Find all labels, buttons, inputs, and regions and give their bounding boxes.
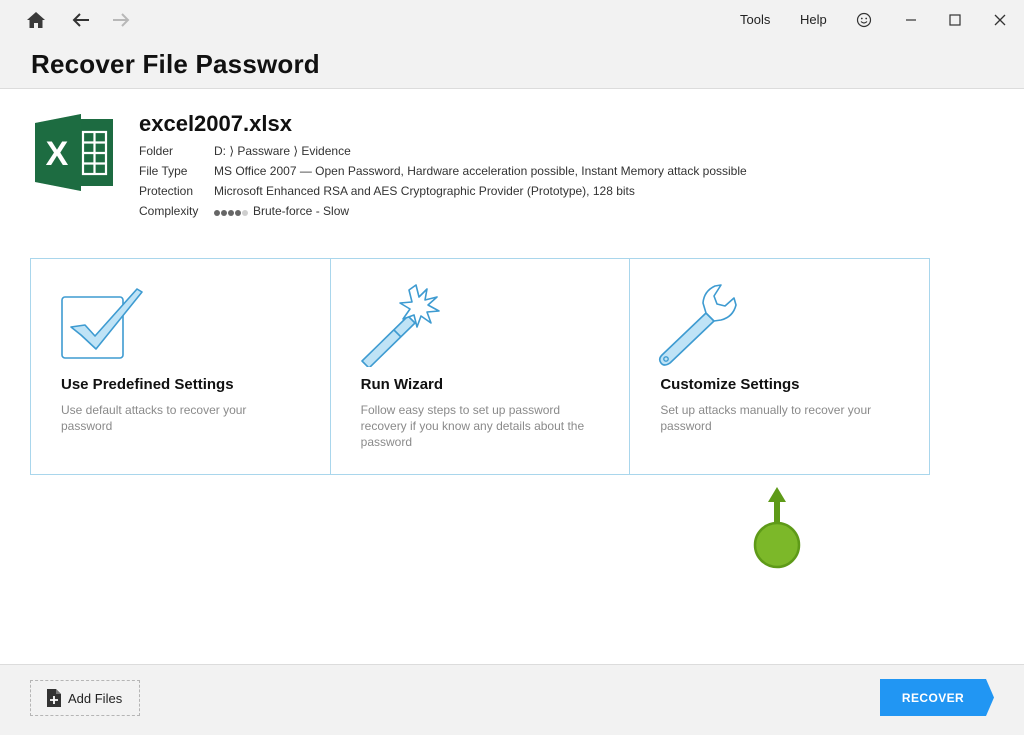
page-title: Recover File Password [31, 49, 320, 79]
footer-bar: Add Files RECOVER [0, 664, 1024, 735]
recover-label: RECOVER [901, 690, 965, 705]
minimize-button[interactable] [896, 5, 926, 35]
complexity-dot [242, 209, 248, 216]
complexity-label: Complexity [139, 204, 199, 218]
customize-settings-card[interactable]: Customize Settings Set up attacks manual… [629, 259, 929, 474]
close-button[interactable] [985, 5, 1015, 35]
card-description: Set up attacks manually to recover your … [660, 403, 872, 433]
complexity-dot [235, 209, 241, 216]
tools-menu[interactable]: Tools [740, 12, 770, 27]
add-files-button[interactable]: Add Files [30, 680, 140, 716]
page-header: Recover File Password [0, 40, 1024, 89]
protection-label: Protection [139, 184, 194, 198]
complexity-dot [221, 209, 227, 216]
pointer-arrow-icon [753, 487, 801, 569]
home-button[interactable] [21, 5, 51, 35]
feedback-button[interactable] [849, 5, 879, 35]
magic-wand-icon [360, 284, 440, 367]
run-wizard-card[interactable]: Run Wizard Follow easy steps to set up p… [329, 259, 630, 474]
excel-file-icon: X [35, 114, 113, 191]
minimize-icon [906, 19, 916, 21]
forward-arrow-icon [113, 13, 130, 27]
help-menu[interactable]: Help [800, 12, 827, 27]
maximize-button[interactable] [940, 5, 970, 35]
complexity-rating [214, 205, 249, 219]
add-file-icon [47, 689, 61, 707]
file-type-label: File Type [139, 164, 188, 178]
back-button[interactable] [66, 5, 96, 35]
folder-value: D: ⟩ Passware ⟩ Evidence [214, 144, 351, 158]
complexity-dot [214, 209, 220, 216]
use-predefined-settings-card[interactable]: Use Predefined Settings Use default atta… [31, 259, 330, 474]
home-icon [27, 12, 45, 28]
checkbox-icon [61, 288, 143, 359]
card-description: Use default attacks to recover your pass… [61, 403, 247, 433]
card-title: Customize Settings [660, 376, 800, 393]
smiley-feedback-icon [856, 12, 872, 28]
file-name: excel2007.xlsx [139, 111, 292, 136]
forward-button[interactable] [106, 5, 136, 35]
complexity-value: Brute-force - Slow [253, 204, 350, 218]
card-title: Run Wizard [360, 376, 444, 393]
title-bar: Tools Help [0, 0, 1024, 40]
add-files-label: Add Files [68, 690, 123, 706]
recovery-options: Use Predefined Settings Use default atta… [30, 258, 930, 475]
protection-value: Microsoft Enhanced RSA and AES Cryptogra… [214, 184, 635, 198]
close-icon [994, 14, 1006, 26]
complexity-dot [228, 209, 234, 216]
folder-label: Folder [139, 144, 174, 158]
wrench-icon [659, 284, 738, 366]
recover-button[interactable]: RECOVER [880, 679, 994, 716]
card-description: Follow easy steps to set up password rec… [360, 403, 585, 449]
file-type-value: MS Office 2007 — Open Password, Hardware… [214, 164, 747, 178]
svg-text:X: X [46, 135, 69, 173]
card-title: Use Predefined Settings [61, 376, 234, 393]
maximize-icon [949, 14, 961, 26]
back-arrow-icon [72, 13, 89, 27]
